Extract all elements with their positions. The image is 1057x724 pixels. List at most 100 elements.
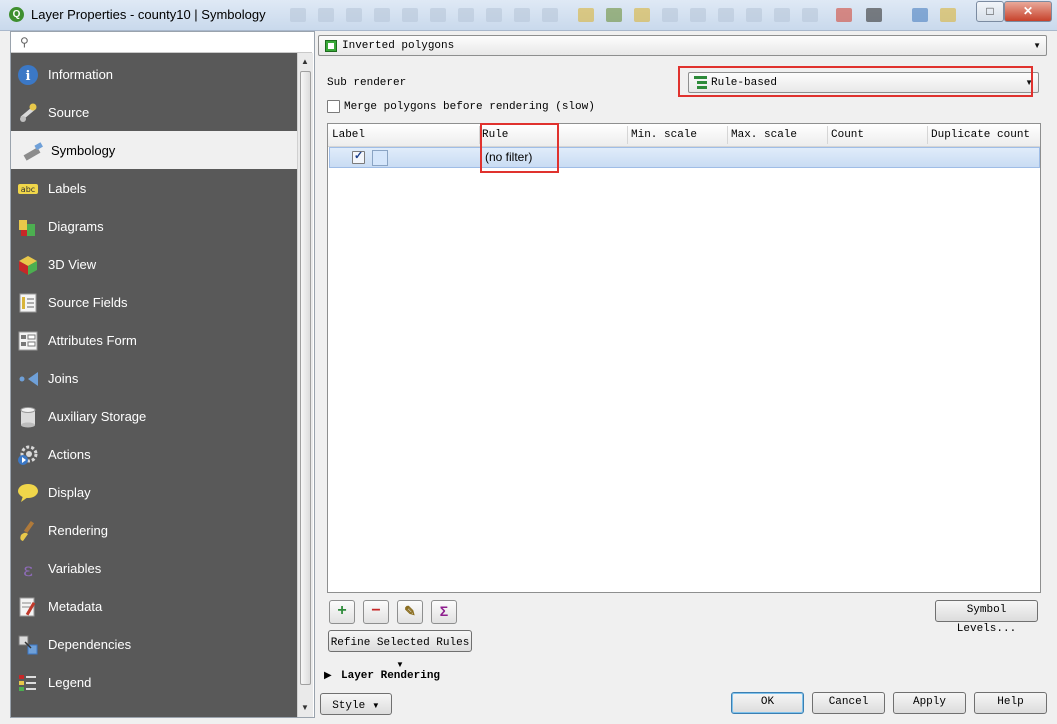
ok-button[interactable]: OK xyxy=(731,692,804,714)
database-icon xyxy=(20,407,36,428)
qgis-app-icon: Q xyxy=(9,7,24,22)
sidebar-item-label: Metadata xyxy=(48,599,103,614)
sidebar-list: i Information Source Symbology abc Label… xyxy=(11,53,297,717)
apply-button[interactable]: Apply xyxy=(893,692,966,714)
maximize-button[interactable]: □ xyxy=(976,1,1004,22)
symbol-levels-button[interactable]: Symbol Levels... xyxy=(935,600,1038,635)
background-toolbar-icon xyxy=(912,8,928,22)
sidebar-item-display[interactable]: Display xyxy=(11,473,297,511)
sidebar-scrollbar[interactable]: ▲ ▼ xyxy=(297,53,313,717)
sidebar-item-label: Source xyxy=(48,105,90,120)
chevron-down-icon: ▼ xyxy=(396,660,404,669)
close-button[interactable]: ✕ xyxy=(1004,1,1052,22)
sidebar-item-variables[interactable]: ε Variables xyxy=(11,549,297,587)
sidebar-item-label: Display xyxy=(48,485,91,500)
minus-icon: − xyxy=(371,602,381,619)
column-separator xyxy=(827,126,828,144)
merge-polygons-label: Merge polygons before rendering (slow) xyxy=(344,101,595,113)
background-toolbar-icon xyxy=(318,8,334,22)
background-toolbar-icon xyxy=(746,8,762,22)
background-toolbar-icon xyxy=(606,8,622,22)
sidebar: ⚲ i Information Source Symbology abc Lab… xyxy=(10,31,315,718)
pencil-icon: ✎ xyxy=(404,603,416,619)
sidebar-item-source-fields[interactable]: Source Fields xyxy=(11,283,297,321)
sidebar-item-actions[interactable]: Actions xyxy=(11,435,297,473)
background-toolbar-icon xyxy=(290,8,306,22)
remove-rule-button[interactable]: − xyxy=(363,600,389,624)
style-button[interactable]: Style ▼ xyxy=(320,693,392,715)
background-toolbar-icon xyxy=(402,8,418,22)
background-toolbar-icon xyxy=(486,8,502,22)
cancel-button[interactable]: Cancel xyxy=(812,692,885,714)
sidebar-item-label: Auxiliary Storage xyxy=(48,409,147,424)
sidebar-item-joins[interactable]: Joins xyxy=(11,359,297,397)
abc-label-icon: abc xyxy=(18,184,38,194)
plus-icon: + xyxy=(337,602,347,619)
sidebar-item-rendering[interactable]: Rendering xyxy=(11,511,297,549)
sidebar-item-label: Symbology xyxy=(51,143,116,158)
rule-enabled-checkbox[interactable] xyxy=(352,149,365,164)
background-toolbar-icon xyxy=(578,8,594,22)
sidebar-item-metadata[interactable]: Metadata xyxy=(11,587,297,625)
sidebar-item-auxiliary-storage[interactable]: Auxiliary Storage xyxy=(11,397,297,435)
sidebar-item-symbology[interactable]: Symbology xyxy=(11,131,297,169)
diagram-icon xyxy=(19,220,35,236)
sidebar-item-label: Actions xyxy=(48,447,91,462)
rule-symbol-swatch[interactable] xyxy=(372,150,388,166)
background-toolbar-icon xyxy=(430,8,446,22)
help-button[interactable]: Help xyxy=(974,692,1047,714)
window-title: Layer Properties - county10 | Symbology xyxy=(31,7,266,22)
rules-table[interactable]: Label Rule Min. scale Max. scale Count D… xyxy=(327,123,1041,593)
epsilon-icon: ε xyxy=(23,559,33,580)
highlight-box-sub-renderer xyxy=(678,66,1033,97)
edit-rule-button[interactable]: ✎ xyxy=(397,600,423,624)
background-toolbar-icon xyxy=(836,8,852,22)
merge-polygons-checkbox[interactable] xyxy=(327,100,340,113)
scrollbar-thumb[interactable] xyxy=(300,71,311,685)
sidebar-item-diagrams[interactable]: Diagrams xyxy=(11,207,297,245)
background-toolbar-icon xyxy=(940,8,956,22)
fields-icon xyxy=(19,293,37,313)
background-toolbar-icon xyxy=(802,8,818,22)
sidebar-item-information[interactable]: i Information xyxy=(11,55,297,93)
renderer-select[interactable]: Inverted polygons ▼ xyxy=(318,35,1047,56)
wrench-icon xyxy=(20,103,37,122)
scroll-up-icon[interactable]: ▲ xyxy=(301,57,309,66)
expand-arrow-icon[interactable]: ▶ xyxy=(324,670,332,681)
join-icon xyxy=(19,372,38,386)
column-header-label[interactable]: Label xyxy=(332,129,365,141)
column-header-duplicate-count[interactable]: Duplicate count xyxy=(931,129,1030,141)
sigma-icon: Σ xyxy=(439,603,449,619)
sidebar-item-label: Diagrams xyxy=(48,219,104,234)
column-header-min-scale[interactable]: Min. scale xyxy=(631,129,697,141)
close-icon: ✕ xyxy=(1022,4,1034,18)
count-features-button[interactable]: Σ xyxy=(431,600,457,624)
column-header-count[interactable]: Count xyxy=(831,129,864,141)
column-separator xyxy=(927,126,928,144)
sidebar-item-dependencies[interactable]: Dependencies xyxy=(11,625,297,663)
sidebar-item-label: Rendering xyxy=(48,523,108,538)
info-icon: i xyxy=(18,65,38,85)
column-header-max-scale[interactable]: Max. scale xyxy=(731,129,797,141)
sidebar-item-label: Joins xyxy=(48,371,79,386)
background-toolbar-icon xyxy=(866,8,882,22)
svg-text:ε: ε xyxy=(23,559,33,580)
add-rule-button[interactable]: + xyxy=(329,600,355,624)
background-toolbar-icon xyxy=(514,8,530,22)
scroll-down-icon[interactable]: ▼ xyxy=(301,703,309,712)
sidebar-item-3d-view[interactable]: 3D View xyxy=(11,245,297,283)
search-input[interactable]: ⚲ xyxy=(11,32,312,53)
sub-renderer-label: Sub renderer xyxy=(327,77,407,89)
sidebar-item-source[interactable]: Source xyxy=(11,93,297,131)
sidebar-item-labels[interactable]: abc Labels xyxy=(11,169,297,207)
svg-text:i: i xyxy=(26,69,31,84)
table-row[interactable]: (no filter) xyxy=(329,147,1040,168)
refine-selected-rules-button[interactable]: Refine Selected Rules ▼ xyxy=(328,630,472,669)
layer-rendering-header[interactable]: Layer Rendering xyxy=(341,670,440,682)
background-toolbar-icon xyxy=(458,8,474,22)
sidebar-item-label: Variables xyxy=(48,561,102,576)
title-bar: Q Layer Properties - county10 | Symbolog… xyxy=(0,0,1057,31)
background-toolbar-icon xyxy=(718,8,734,22)
sidebar-item-attributes-form[interactable]: Attributes Form xyxy=(11,321,297,359)
sidebar-item-legend[interactable]: Legend xyxy=(11,663,297,701)
